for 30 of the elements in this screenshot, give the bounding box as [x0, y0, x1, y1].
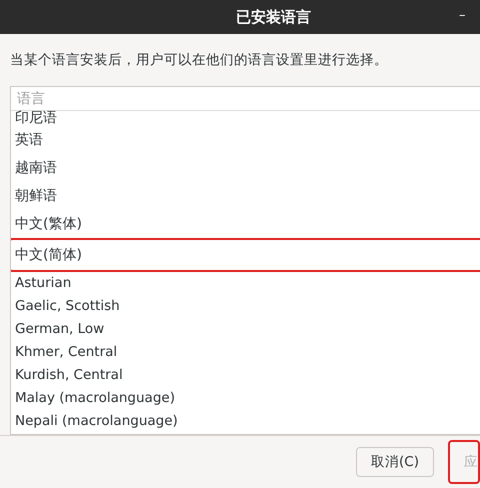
language-row[interactable]: Nepali (macrolanguage) [11, 410, 480, 433]
window-title: 已安装语言 [236, 8, 311, 26]
language-row[interactable]: 中文(繁体) [11, 210, 480, 238]
language-label: 中文(简体) [15, 246, 82, 264]
language-label: 越南语 [15, 160, 57, 176]
language-row[interactable]: Malay (macrolanguage) [11, 387, 480, 410]
language-label: Malay (macrolanguage) [15, 390, 175, 407]
language-label: 印尼语 [15, 111, 57, 126]
language-row[interactable]: 中文(简体) [11, 238, 480, 272]
language-row[interactable]: Asturian [11, 272, 480, 295]
language-label: Khmer, Central [15, 344, 118, 361]
language-row[interactable]: 印尼语 [11, 111, 480, 126]
language-label: Gaelic, Scottish [15, 298, 120, 315]
language-row[interactable]: German, Low [11, 318, 480, 341]
language-label: 朝鲜语 [15, 188, 57, 204]
language-label: German, Low [15, 321, 104, 338]
minimize-button[interactable]: – [455, 8, 470, 24]
language-row[interactable]: Khmer, Central [11, 341, 480, 364]
language-label: Asturian [15, 275, 72, 292]
language-label: Nepali (macrolanguage) [15, 413, 178, 430]
language-label: Kurdish, Central [15, 367, 123, 384]
cancel-button[interactable]: 取消(C) [356, 447, 434, 477]
language-row[interactable]: Kurdish, Central [11, 364, 480, 387]
language-row[interactable]: 越南语 [11, 154, 480, 182]
language-row[interactable]: 英语 [11, 126, 480, 154]
description-text: 当某个语言安装后，用户可以在他们的语言设置里进行选择。 [10, 51, 388, 69]
language-row[interactable]: Gaelic, Scottish [11, 295, 480, 318]
language-label: 中文(繁体) [15, 216, 82, 232]
language-label: 英语 [15, 132, 43, 148]
language-row[interactable]: 朝鲜语 [11, 182, 480, 210]
